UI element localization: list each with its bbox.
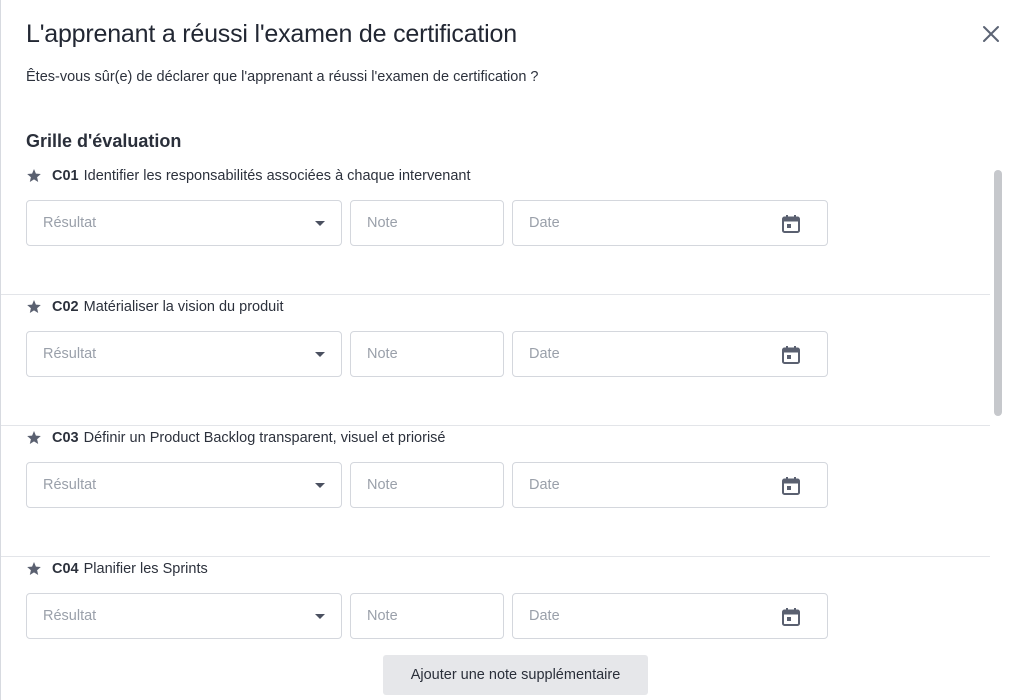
note-placeholder: Note	[367, 608, 398, 624]
date-input[interactable]: Date	[512, 593, 828, 639]
competency-text: Définir un Product Backlog transparent, …	[83, 430, 446, 446]
competency-row-c03: C03 Définir un Product Backlog transpare…	[1, 425, 990, 557]
star-icon	[27, 431, 41, 444]
certification-dialog: L'apprenant a réussi l'examen de certifi…	[0, 0, 1027, 700]
caret-down-icon	[315, 483, 325, 488]
competency-code: C02	[52, 299, 79, 315]
competency-label: C04 Planifier les Sprints	[26, 561, 208, 577]
date-input[interactable]: Date	[512, 462, 828, 508]
competency-label: C03 Définir un Product Backlog transpare…	[26, 430, 445, 446]
date-placeholder: Date	[529, 215, 560, 231]
star-icon	[27, 300, 41, 313]
result-select[interactable]: Résultat	[26, 593, 342, 639]
competency-label: C02 Matérialiser la vision du produit	[26, 299, 283, 315]
date-placeholder: Date	[529, 477, 560, 493]
note-input[interactable]: Note	[350, 200, 504, 246]
calendar-icon[interactable]	[781, 214, 801, 234]
result-select[interactable]: Résultat	[26, 462, 342, 508]
caret-down-icon	[315, 352, 325, 357]
competency-text: Matérialiser la vision du produit	[83, 299, 284, 315]
calendar-icon[interactable]	[781, 476, 801, 496]
add-note-button[interactable]: Ajouter une note supplémentaire	[383, 655, 648, 695]
competency-label: C01 Identifier les responsabilités assoc…	[26, 168, 471, 184]
result-placeholder: Résultat	[43, 477, 97, 493]
note-placeholder: Note	[367, 215, 398, 231]
date-input[interactable]: Date	[512, 200, 828, 246]
dialog-subtitle: Êtes-vous sûr(e) de déclarer que l'appre…	[26, 69, 539, 85]
result-placeholder: Résultat	[43, 608, 97, 624]
note-placeholder: Note	[367, 346, 398, 362]
result-select[interactable]: Résultat	[26, 331, 342, 377]
note-input[interactable]: Note	[350, 462, 504, 508]
competency-text: Identifier les responsabilités associées…	[83, 168, 471, 184]
grid-title: Grille d'évaluation	[26, 131, 182, 151]
result-placeholder: Résultat	[43, 346, 97, 362]
calendar-icon[interactable]	[781, 607, 801, 627]
competency-code: C04	[52, 561, 79, 577]
result-placeholder: Résultat	[43, 215, 97, 231]
competency-code: C03	[52, 430, 79, 446]
competency-text: Planifier les Sprints	[83, 561, 208, 577]
competency-list[interactable]: C01 Identifier les responsabilités assoc…	[1, 163, 1005, 647]
note-input[interactable]: Note	[350, 593, 504, 639]
competency-row-c02: C02 Matérialiser la vision du produit Ré…	[1, 294, 990, 426]
caret-down-icon	[315, 614, 325, 619]
competency-row-c01: C01 Identifier les responsabilités assoc…	[1, 163, 990, 295]
date-placeholder: Date	[529, 346, 560, 362]
date-input[interactable]: Date	[512, 331, 828, 377]
star-icon	[27, 169, 41, 182]
star-icon	[27, 562, 41, 575]
scrollbar-thumb[interactable]	[994, 170, 1002, 416]
note-placeholder: Note	[367, 477, 398, 493]
result-select[interactable]: Résultat	[26, 200, 342, 246]
date-placeholder: Date	[529, 608, 560, 624]
close-icon	[983, 26, 999, 42]
note-input[interactable]: Note	[350, 331, 504, 377]
competency-row-c04: C04 Planifier les Sprints Résultat Note …	[1, 556, 990, 647]
calendar-icon[interactable]	[781, 345, 801, 365]
caret-down-icon	[315, 221, 325, 226]
competency-code: C01	[52, 168, 79, 184]
close-button[interactable]	[981, 24, 1001, 44]
dialog-title: L'apprenant a réussi l'examen de certifi…	[26, 20, 517, 48]
